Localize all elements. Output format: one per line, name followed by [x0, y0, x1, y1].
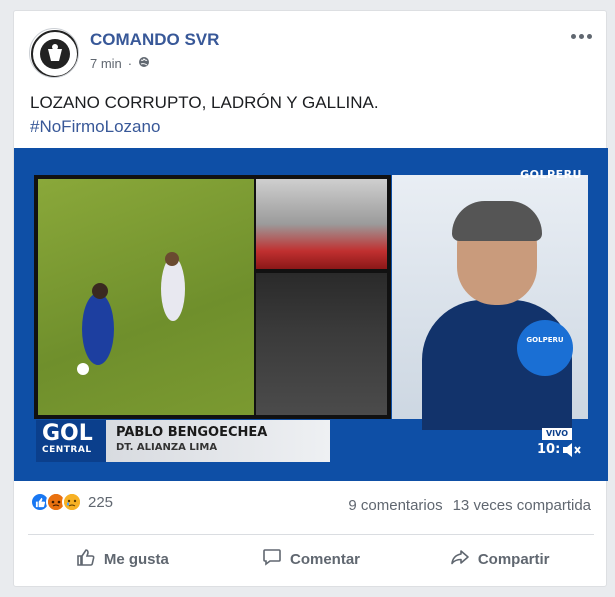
microphone: GOLPERU: [517, 320, 573, 376]
post-text-line: LOZANO CORRUPTO, LADRÓN Y GALLINA.: [30, 93, 379, 112]
feed-post: COMANDO SVR 7 min · LOZANO CORRUPTO, LAD…: [13, 10, 608, 587]
broadcast-clock: 10:: [537, 442, 561, 457]
reaction-count: 225: [88, 493, 114, 511]
dot-icon: [578, 33, 584, 39]
globe-icon: [138, 56, 150, 71]
video-field-image: [38, 179, 254, 415]
shares-count-link[interactable]: 13 veces compartida: [453, 497, 591, 514]
page-avatar[interactable]: [29, 28, 79, 78]
video-player[interactable]: GOLPERU GOLPERU GOL CENTRAL PABLO BENGOE…: [14, 148, 608, 481]
reactions-summary[interactable]: 225: [30, 492, 113, 512]
divider: [28, 534, 594, 535]
channel-brand: GOLPERU: [520, 168, 582, 181]
gol-sub-text: CENTRAL: [42, 445, 92, 455]
comment-button[interactable]: Comentar: [217, 541, 406, 577]
thumbs-up-icon: [76, 547, 96, 571]
like-button[interactable]: Me gusta: [28, 541, 217, 577]
video-left-panel: [34, 175, 391, 419]
comment-icon: [262, 547, 282, 571]
comment-button-label: Comentar: [290, 550, 361, 568]
comments-count-link[interactable]: 9 comentarios: [348, 497, 442, 514]
gol-logo-text: GOL: [42, 421, 93, 446]
post-time[interactable]: 7 min: [90, 56, 122, 71]
page-name-link[interactable]: COMANDO SVR: [90, 30, 219, 50]
dot-icon: [586, 33, 592, 39]
post-actions: Me gusta Comentar Compartir: [28, 541, 594, 577]
video-var-image: [256, 273, 387, 415]
hashtag-link[interactable]: #NoFirmoLozano: [30, 115, 379, 139]
share-button-label: Compartir: [477, 550, 550, 568]
coach-figure: GOLPERU: [422, 201, 573, 430]
more-options-button[interactable]: [568, 27, 594, 45]
video-stadium-image: [256, 179, 387, 269]
speaker-name: PABLO BENGOECHEA: [116, 425, 268, 440]
engagement-stats: 9 comentarios 13 veces compartida: [348, 497, 591, 514]
share-icon: [450, 547, 470, 571]
post-text: LOZANO CORRUPTO, LADRÓN Y GALLINA. #NoFi…: [30, 91, 379, 139]
video-coach-panel: GOLPERU: [392, 175, 588, 430]
sad-icon: [62, 492, 82, 512]
post-meta: 7 min ·: [90, 56, 150, 71]
speaker-muted-icon[interactable]: [560, 439, 582, 461]
share-button[interactable]: Compartir: [405, 541, 594, 577]
lower-third: GOL CENTRAL PABLO BENGOECHEA DT. ALIANZA…: [36, 420, 330, 462]
dot-icon: [570, 33, 576, 39]
speaker-role: DT. ALIANZA LIMA: [116, 442, 218, 453]
like-button-label: Me gusta: [103, 550, 169, 568]
